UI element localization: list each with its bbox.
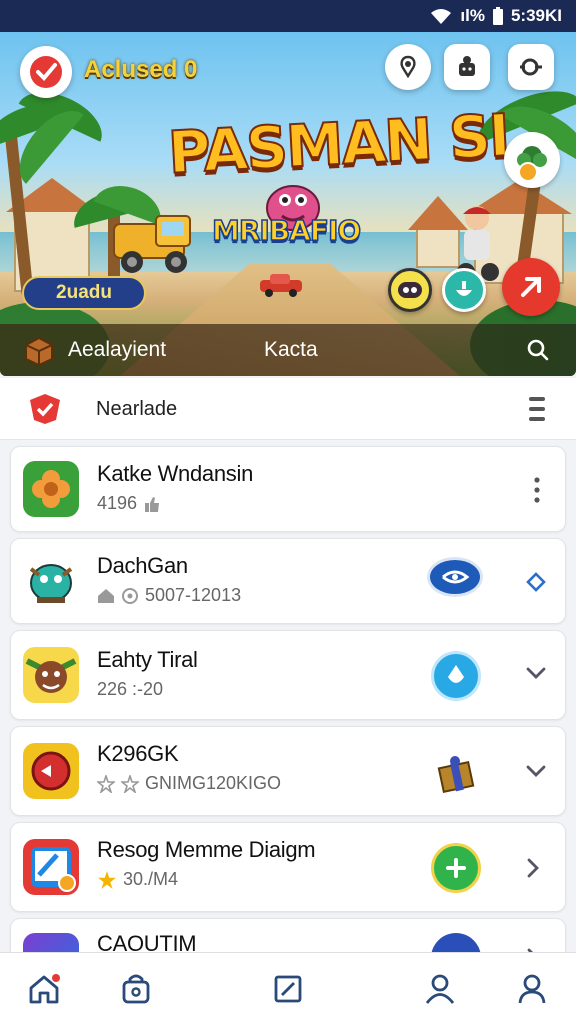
status-time: 5:39KI xyxy=(510,6,562,25)
chevron-down-icon[interactable] xyxy=(525,763,547,779)
profile-icon xyxy=(425,974,455,1004)
flower-icon xyxy=(32,470,70,508)
treasure-box-icon xyxy=(25,336,53,367)
settings-icon xyxy=(122,587,138,604)
robot-icon xyxy=(459,56,475,76)
chevron-down-icon[interactable] xyxy=(525,665,547,681)
paint-icon xyxy=(31,847,76,892)
app-meta: 4196 xyxy=(97,493,161,514)
chevron-right-icon[interactable] xyxy=(525,857,541,879)
app-icon-red-button xyxy=(23,743,79,799)
store-bag-icon xyxy=(122,974,150,1004)
hero-pill-button[interactable]: 2uadu xyxy=(22,276,146,310)
app-meta-text: 226 :-20 xyxy=(97,679,164,699)
app-meta-text: 4196 xyxy=(97,493,138,513)
plant-avatar-icon xyxy=(517,146,547,182)
thumbs-up-icon xyxy=(145,496,160,512)
checkmark-logo-icon xyxy=(30,56,62,88)
eyes-icon xyxy=(398,282,422,298)
add-action-button[interactable] xyxy=(431,843,481,893)
section-menu-icon[interactable] xyxy=(526,394,548,424)
achievement-label: Aclused 0 xyxy=(84,56,198,83)
app-icon-goblin xyxy=(23,647,79,703)
nav-profile[interactable] xyxy=(420,969,460,1009)
robot-button[interactable] xyxy=(444,44,490,90)
app-meta-text: 30./M4 xyxy=(123,869,179,889)
download-action-button[interactable] xyxy=(427,557,483,597)
nav-account[interactable] xyxy=(512,969,552,1009)
home-icon xyxy=(29,974,60,1004)
more-options-icon[interactable] xyxy=(525,475,549,505)
app-meta: 30./M4 xyxy=(97,869,178,890)
app-icon-flower xyxy=(23,461,79,517)
list-item[interactable]: Katke Wndansin 4196 xyxy=(10,446,566,532)
bottom-navigation xyxy=(0,952,576,1024)
potion-button[interactable] xyxy=(442,268,486,312)
app-icon-monster xyxy=(23,553,79,609)
battery-label: ıl% xyxy=(460,6,485,25)
hero-title: PASMAN SI xyxy=(165,100,511,188)
red-button-icon xyxy=(31,751,71,791)
tab-achievement[interactable]: Aealayient xyxy=(68,338,166,362)
hero-tab-bar: Aealayient Kacta xyxy=(0,324,576,376)
arrow-action-icon xyxy=(521,277,541,297)
truck-illustration xyxy=(113,215,191,273)
wifi-icon xyxy=(431,9,452,24)
list-item[interactable]: DachGan 5007-12013 xyxy=(10,538,566,624)
app-meta: 226 :-20 xyxy=(97,679,163,700)
location-icon xyxy=(400,55,416,79)
gift-action-button[interactable] xyxy=(431,747,481,797)
section-badge-icon xyxy=(30,394,60,424)
app-name: DachGan xyxy=(97,553,188,578)
account-icon xyxy=(518,974,546,1004)
car-illustration xyxy=(260,274,302,297)
eyes-badge-button[interactable] xyxy=(388,268,432,312)
plus-icon xyxy=(446,858,466,878)
drop-icon xyxy=(448,665,464,683)
edit-square-icon xyxy=(274,975,302,1003)
swirl-icon xyxy=(442,570,470,584)
section-title: Nearlade xyxy=(96,398,178,420)
goblin-icon xyxy=(25,658,77,693)
app-name: Katke Wndansin xyxy=(97,461,253,486)
app-logo-badge[interactable] xyxy=(20,46,72,98)
app-name: K296GK xyxy=(97,741,179,766)
search-link-icon xyxy=(520,58,542,76)
location-button[interactable] xyxy=(385,44,431,90)
nav-store[interactable] xyxy=(116,969,156,1009)
list-item[interactable]: K296GK GNIMG120KIGO xyxy=(10,726,566,816)
side-avatar-button[interactable] xyxy=(504,132,560,188)
hero-subtitle: MRIBAFIO xyxy=(211,213,362,248)
potion-icon xyxy=(456,281,472,296)
tab-kacta[interactable]: Kacta xyxy=(264,338,318,362)
drop-action-button[interactable] xyxy=(431,651,481,701)
star-filled-icon xyxy=(98,870,116,889)
app-meta: GNIMG120KIGO xyxy=(97,773,281,794)
status-bar: ıl% 5:39KI xyxy=(0,0,576,32)
star-outline-icon xyxy=(97,774,115,793)
app-icon-paint xyxy=(23,839,79,895)
hero-banner[interactable]: Aclused 0 PASMAN SI MRIBAFIO 2uadu Aeala… xyxy=(0,32,576,376)
nav-create[interactable] xyxy=(268,969,308,1009)
app-meta-text: 5007-12013 xyxy=(145,585,242,605)
house-icon xyxy=(98,588,114,603)
section-header: Nearlade xyxy=(0,378,576,440)
list-item[interactable]: Eahty Tiral 226 :-20 xyxy=(10,630,566,720)
monster-icon xyxy=(29,564,73,603)
search-link-button[interactable] xyxy=(508,44,554,90)
battery-icon xyxy=(492,7,503,25)
gift-icon xyxy=(437,756,475,794)
red-action-button[interactable] xyxy=(502,258,560,316)
star-outline-icon xyxy=(121,774,139,793)
app-meta-text: GNIMG120KIGO xyxy=(145,773,282,793)
diamond-chevron-icon[interactable] xyxy=(525,571,547,593)
app-name: Eahty Tiral xyxy=(97,647,198,672)
list-item[interactable]: Resog Memme Diaigm 30./M4 xyxy=(10,822,566,912)
app-name: Resog Memme Diaigm xyxy=(97,837,316,862)
search-icon[interactable] xyxy=(526,338,550,362)
app-meta: 5007-12013 xyxy=(97,585,241,606)
nav-home[interactable] xyxy=(24,969,64,1009)
